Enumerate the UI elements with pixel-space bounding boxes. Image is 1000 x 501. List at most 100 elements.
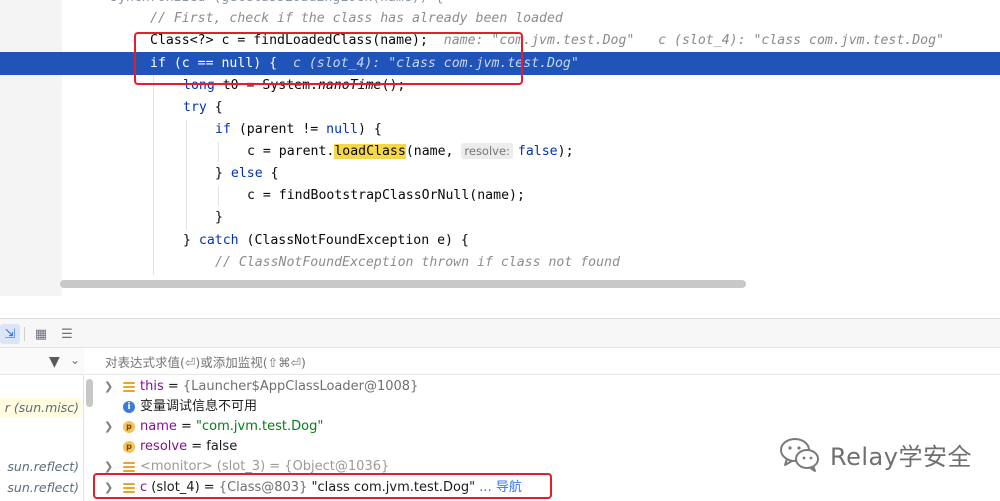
code-text: (parent != [230, 122, 327, 137]
variable-eq: = [187, 439, 207, 454]
navigate-link[interactable]: ... 导航 [475, 480, 522, 495]
chevron-down-icon[interactable]: ⌄ [70, 353, 80, 367]
horizontal-scrollbar[interactable] [60, 280, 746, 288]
code-text: c = findBootstrapClassOrNull(name); [247, 188, 525, 203]
variable-row[interactable]: ❯ this = {Launcher$AppClassLoader@1008} [85, 377, 1000, 397]
code-text: ) { [357, 122, 382, 137]
table-view-icon[interactable]: ▦ [31, 324, 51, 344]
code-keyword: catch [198, 233, 239, 248]
code-line: // ClassNotFoundException thrown if clas… [215, 252, 620, 274]
variable-value: {Object@1036} [284, 459, 390, 474]
code-line: if (parent != null) { [215, 119, 382, 141]
code-line: } else { [215, 163, 279, 185]
variables-panel: ❯ this = {Launcher$AppClassLoader@1008} … [85, 348, 1000, 501]
code-keyword: null [221, 56, 254, 71]
code-text: ) { [253, 56, 278, 71]
toolbar-separator [24, 327, 25, 341]
code-line: c = parent.loadClass(name, resolve: false… [247, 141, 574, 163]
field-icon [123, 461, 135, 473]
parameter-hint: resolve: [461, 143, 513, 159]
filter-icon[interactable]: ▼ [49, 354, 60, 370]
variable-eq: = [163, 379, 183, 394]
frame-item[interactable]: sun.reflect) [0, 478, 82, 498]
variable-value: "com.jvm.test.Dog" [196, 419, 324, 434]
code-editor[interactable]: synchronized (getClassLoadingLock(name))… [0, 0, 1000, 296]
indent-guide [153, 75, 154, 275]
step-cursor-icon[interactable]: ⇲ [0, 324, 20, 344]
evaluate-expression-input[interactable] [105, 353, 605, 371]
code-keyword: else [230, 166, 263, 181]
code-text: Class<?> c = findLoadedClass(name); [150, 33, 428, 48]
expand-arrow-icon[interactable]: ❯ [104, 478, 113, 498]
editor-gutter[interactable] [0, 0, 62, 296]
watermark: Relay学安全 [778, 434, 972, 474]
variable-name: resolve [140, 439, 188, 454]
code-line: long t0 = System.nanoTime(); [183, 75, 405, 97]
variable-row-c[interactable]: ❯ c (slot_4) = {Class@803} "class com.jv… [85, 478, 1000, 498]
frame-item-label: r (sun.misc) [4, 400, 79, 415]
field-icon [123, 381, 135, 393]
watermark-text: Relay学安全 [830, 442, 972, 471]
code-keyword: try [183, 100, 207, 115]
frame-item[interactable]: r (sun.misc) [0, 398, 82, 418]
code-method-highlighted: loadClass [334, 144, 406, 159]
code-line: // First, check if the class has already… [150, 8, 563, 30]
indent-guide [186, 120, 187, 230]
debugger-toolbar: ⇲ ▦ ☰ [0, 318, 1000, 348]
code-text: ); [557, 144, 574, 159]
code-text: { [262, 166, 279, 181]
variable-eq: (slot_3) = [212, 459, 285, 474]
code-text: } [215, 210, 223, 225]
inline-value-hint: c (slot_4): "class com.jvm.test.Dog" [292, 56, 579, 71]
parameter-icon: p [123, 441, 135, 453]
variable-ref: {Class@803} [218, 480, 308, 495]
code-comment: // ClassNotFoundException thrown if clas… [215, 255, 620, 270]
frames-header: ▼ ⌄ [0, 348, 84, 375]
wechat-logo-icon [780, 438, 819, 472]
code-text: (); [381, 78, 406, 93]
variable-name: <monitor> [140, 459, 213, 474]
code-keyword: null [326, 122, 358, 137]
indent-guide [218, 186, 219, 206]
frames-panel: ▼ ⌄ r (sun.misc) sun.reflect) sun.reflec… [0, 348, 84, 501]
code-text: (c == [165, 56, 222, 71]
expand-arrow-icon[interactable]: ❯ [104, 417, 113, 437]
variable-eq: (slot_4) = [147, 480, 219, 495]
indent-guide [218, 142, 219, 162]
info-icon: i [123, 401, 135, 413]
variable-value: false [206, 439, 238, 454]
info-message: 变量调试信息不可用 [140, 399, 258, 414]
code-text: (name, [405, 144, 462, 159]
variable-value: {Launcher$AppClassLoader@1008} [182, 379, 419, 394]
frame-item[interactable]: sun.reflect) [0, 457, 82, 477]
variable-name: name [140, 419, 177, 434]
code-text: t0 = System. [214, 78, 318, 93]
code-text: (ClassNotFoundException e) { [238, 233, 469, 248]
evaluate-bar [85, 348, 1000, 375]
code-line-if-null: if (c == null) { c (slot_4): "class com.… [150, 53, 579, 75]
code-text: c = parent. [247, 144, 335, 159]
code-line: } catch (ClassNotFoundException e) { [183, 230, 469, 252]
frame-item-label: sun.reflect) [7, 480, 79, 495]
variable-eq: = [176, 419, 197, 434]
variable-name: this [140, 379, 164, 394]
field-icon [123, 482, 135, 494]
expand-arrow-icon[interactable]: ❯ [104, 377, 113, 397]
parameter-icon: p [123, 421, 135, 433]
inline-value-hint: c (slot_4): "class com.jvm.test.Dog" [658, 33, 944, 48]
code-keyword: if [215, 122, 231, 137]
code-text: { [206, 100, 223, 115]
restore-layout-icon[interactable]: ☰ [57, 324, 77, 344]
code-line: try { [183, 97, 223, 119]
variable-info-row: i 变量调试信息不可用 [85, 397, 1000, 417]
code-keyword: if [150, 56, 166, 71]
frame-item-label: sun.reflect) [7, 459, 79, 474]
inline-value-hint: name: "com.jvm.test.Dog" [443, 33, 635, 48]
code-comment: // First, check if the class has already… [150, 11, 563, 26]
code-line: } [215, 207, 223, 229]
code-keyword: false [517, 144, 558, 159]
code-text: } [215, 166, 231, 181]
code-line-find-loaded: Class<?> c = findLoadedClass(name); name… [150, 30, 944, 52]
expand-arrow-icon[interactable]: ❯ [104, 457, 113, 477]
code-text: } [183, 233, 199, 248]
